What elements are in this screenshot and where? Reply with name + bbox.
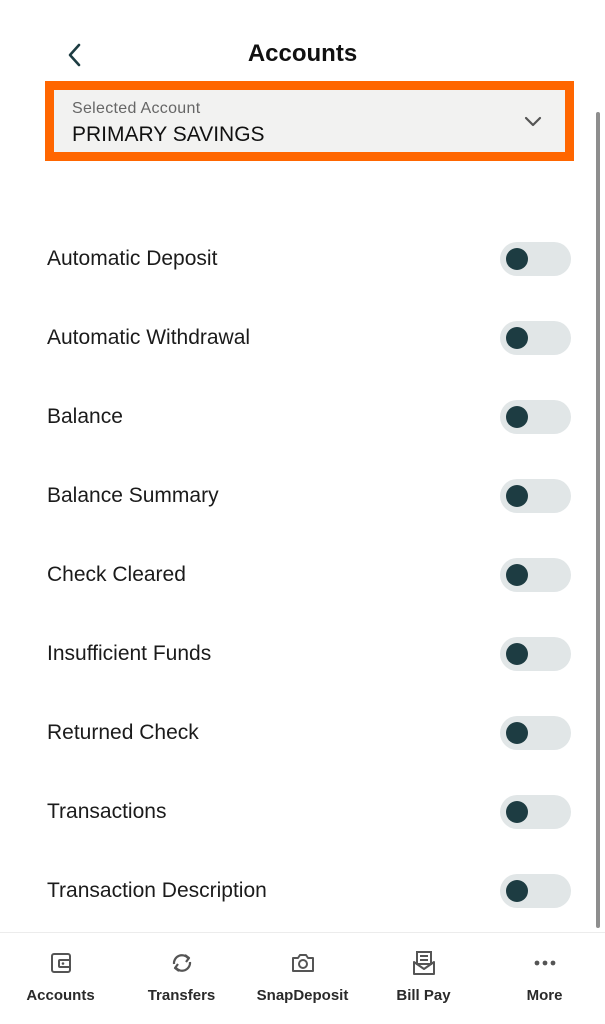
tab-more[interactable]: More xyxy=(484,933,605,1024)
alert-toggle[interactable] xyxy=(500,242,571,276)
alert-toggle[interactable] xyxy=(500,479,571,513)
toggle-knob xyxy=(506,880,528,902)
header: Accounts xyxy=(0,30,605,80)
bill-envelope-icon xyxy=(412,951,435,975)
chevron-down-icon xyxy=(524,116,542,127)
toggle-knob xyxy=(506,327,528,349)
tab-label: Accounts xyxy=(26,987,95,1004)
toggle-knob xyxy=(506,485,528,507)
alert-row: Balance xyxy=(0,378,590,457)
toggle-knob xyxy=(506,406,528,428)
account-selector-label: Selected Account xyxy=(72,100,201,117)
alert-label: Transaction Description xyxy=(47,879,267,902)
scrollbar[interactable] xyxy=(596,112,600,928)
toggle-knob xyxy=(506,643,528,665)
tab-label: Bill Pay xyxy=(396,987,451,1004)
alert-row: Automatic Withdrawal xyxy=(0,299,590,378)
tab-label: SnapDeposit xyxy=(256,987,349,1004)
alert-label: Automatic Deposit xyxy=(47,247,218,270)
alert-toggle[interactable] xyxy=(500,716,571,750)
toggle-knob xyxy=(506,722,528,744)
alert-row: Transaction Description xyxy=(0,852,590,931)
alert-row: Automatic Deposit xyxy=(0,220,590,299)
alert-toggle[interactable] xyxy=(500,795,571,829)
alert-row: Check Cleared xyxy=(0,536,590,615)
tab-bill-pay[interactable]: Bill Pay xyxy=(363,933,484,1024)
tab-transfers[interactable]: Transfers xyxy=(121,933,242,1024)
tab-label: Transfers xyxy=(147,987,216,1004)
page-title: Accounts xyxy=(247,40,358,67)
alert-row: Balance Summary xyxy=(0,457,590,536)
alert-label: Automatic Withdrawal xyxy=(47,326,251,349)
account-selector[interactable]: Selected Account PRIMARY SAVINGS xyxy=(54,90,565,152)
more-dots-icon xyxy=(534,960,555,966)
tab-label: More xyxy=(526,987,563,1004)
alert-row: Returned Check xyxy=(0,694,590,773)
bottom-tab-bar: Accounts Transfers SnapDeposit Bill Pay xyxy=(0,932,605,1024)
alert-toggle[interactable] xyxy=(500,400,571,434)
alert-toggle[interactable] xyxy=(500,558,571,592)
alert-toggle[interactable] xyxy=(500,321,571,355)
tab-snapdeposit[interactable]: SnapDeposit xyxy=(242,933,363,1024)
transfer-arrows-icon xyxy=(172,954,191,972)
alert-label: Balance xyxy=(47,405,123,428)
camera-icon xyxy=(291,954,314,972)
alert-toggle[interactable] xyxy=(500,637,571,671)
toggle-knob xyxy=(506,248,528,270)
alert-label: Transactions xyxy=(47,800,167,823)
tab-accounts[interactable]: Accounts xyxy=(0,933,121,1024)
toggle-knob xyxy=(506,801,528,823)
alert-row: Insufficient Funds xyxy=(0,615,590,694)
account-selector-value: PRIMARY SAVINGS xyxy=(72,123,265,146)
alert-toggle[interactable] xyxy=(500,874,571,908)
alert-label: Returned Check xyxy=(47,721,199,744)
alert-label: Check Cleared xyxy=(47,563,186,586)
alert-label: Insufficient Funds xyxy=(47,642,212,665)
account-selector-highlight: Selected Account PRIMARY SAVINGS xyxy=(45,81,574,161)
toggle-knob xyxy=(506,564,528,586)
wallet-icon xyxy=(50,953,71,973)
alert-row: Transactions xyxy=(0,773,590,852)
alert-label: Balance Summary xyxy=(47,484,219,507)
